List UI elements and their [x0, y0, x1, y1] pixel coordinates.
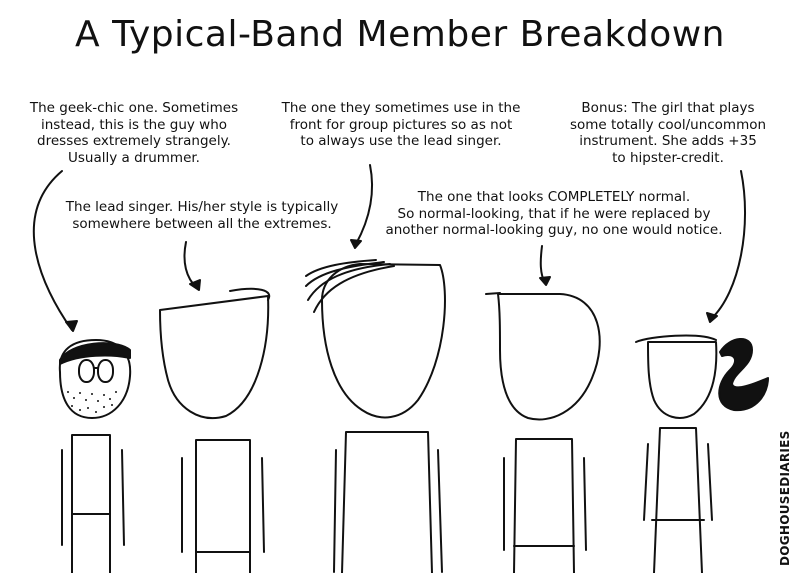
member-front-guy	[305, 259, 446, 573]
comic-panel: A Typical-Band Member Breakdown The geek…	[0, 0, 800, 573]
artist-credit: DOGHOUSEDIARIES	[778, 430, 792, 566]
front-body	[341, 431, 433, 573]
member-bonus-girl	[635, 334, 769, 573]
glasses-right-lens	[97, 359, 114, 383]
geek-body	[71, 434, 111, 573]
arrow-geek	[32, 170, 78, 332]
stubble-dots	[67, 391, 117, 413]
normal-hairline	[485, 292, 501, 295]
normal-body	[513, 438, 575, 573]
member-lead-singer	[159, 287, 271, 573]
arrow-bonus	[706, 170, 747, 323]
girl-ponytail	[718, 338, 769, 412]
glasses-left-lens	[78, 359, 95, 383]
girl-body	[653, 427, 703, 573]
arrow-normal	[539, 245, 551, 286]
comic-artwork	[32, 164, 769, 573]
member-normal-guy	[485, 292, 601, 573]
arrow-front	[350, 164, 373, 249]
lead-head	[159, 295, 270, 420]
girl-head	[647, 341, 718, 419]
arrow-lead	[183, 241, 201, 291]
normal-head	[497, 293, 601, 421]
lead-body	[195, 439, 251, 573]
member-geek-chic	[58, 339, 132, 573]
front-head	[321, 263, 446, 419]
